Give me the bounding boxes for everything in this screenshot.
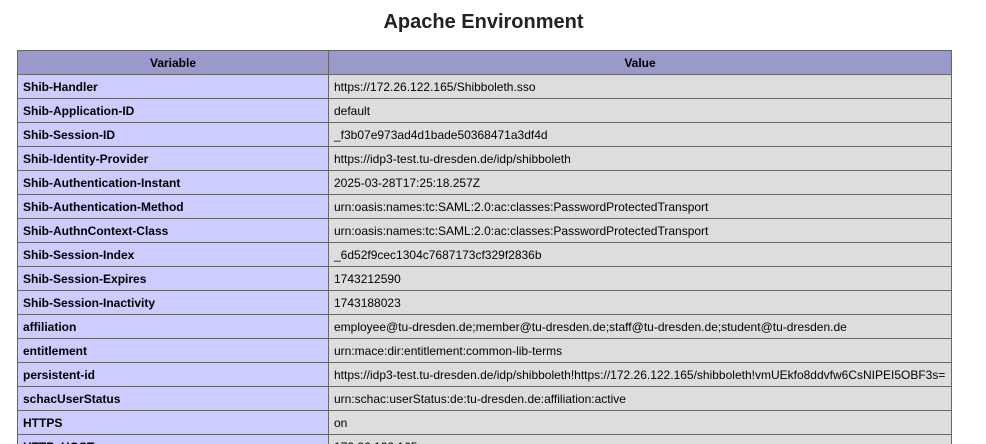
variable-value: urn:oasis:names:tc:SAML:2.0:ac:classes:P…	[328, 218, 952, 243]
variable-value: https://idp3-test.tu-dresden.de/idp/shib…	[328, 146, 952, 171]
variable-value: 1743188023	[328, 290, 952, 315]
variable-value: urn:schac:userStatus:de:tu-dresden.de:af…	[328, 386, 952, 411]
table-row: affiliation employee@tu-dresden.de;membe…	[17, 314, 952, 339]
variable-name: Shib-Session-Expires	[17, 266, 329, 291]
variable-value: 172.26.122.165	[328, 434, 952, 444]
table-row: Shib-Handler https://172.26.122.165/Shib…	[17, 74, 952, 99]
table-row: HTTPS on	[17, 410, 952, 435]
page-title: Apache Environment	[383, 11, 584, 33]
variable-value: urn:mace:dir:entitlement:common-lib-term…	[328, 338, 952, 363]
table-row: Shib-Authentication-Instant 2025-03-28T1…	[17, 170, 952, 195]
variable-name: Shib-Session-ID	[17, 122, 329, 147]
variable-value: https://172.26.122.165/Shibboleth.sso	[328, 74, 952, 99]
variable-name: Shib-Session-Inactivity	[17, 290, 329, 315]
variable-value: on	[328, 410, 952, 435]
variable-name: Shib-AuthnContext-Class	[17, 218, 329, 243]
variable-value: _6d52f9cec1304c7687173cf329f2836b	[328, 242, 952, 267]
table-row: Shib-Session-Index _6d52f9cec1304c768717…	[17, 242, 952, 267]
variable-name: Shib-Authentication-Method	[17, 194, 329, 219]
table-header-row: Variable Value	[17, 50, 952, 75]
variable-name: HTTPS	[17, 410, 329, 435]
variable-value: default	[328, 98, 952, 123]
variable-value: urn:oasis:names:tc:SAML:2.0:ac:classes:P…	[328, 194, 952, 219]
column-header-variable: Variable	[17, 50, 329, 75]
variable-name: schacUserStatus	[17, 386, 329, 411]
table-row: Shib-AuthnContext-Class urn:oasis:names:…	[17, 218, 952, 243]
variable-name: persistent-id	[17, 362, 329, 387]
variable-value: https://idp3-test.tu-dresden.de/idp/shib…	[328, 362, 952, 387]
variable-name: HTTP_HOST	[17, 434, 329, 444]
variable-value: _f3b07e973ad4d1bade50368471a3df4d	[328, 122, 952, 147]
apache-environment-table: Variable Value Shib-Handler https://172.…	[17, 50, 952, 444]
table-row: HTTP_HOST 172.26.122.165	[17, 434, 952, 444]
variable-name: affiliation	[17, 314, 329, 339]
table-row: persistent-id https://idp3-test.tu-dresd…	[17, 362, 952, 387]
table-row: schacUserStatus urn:schac:userStatus:de:…	[17, 386, 952, 411]
variable-name: Shib-Handler	[17, 74, 329, 99]
table-row: Shib-Session-Expires 1743212590	[17, 266, 952, 291]
column-header-value: Value	[328, 50, 952, 75]
variable-value: 1743212590	[328, 266, 952, 291]
variable-value: 2025-03-28T17:25:18.257Z	[328, 170, 952, 195]
table-row: Shib-Session-Inactivity 1743188023	[17, 290, 952, 315]
variable-value: employee@tu-dresden.de;member@tu-dresden…	[328, 314, 952, 339]
variable-name: entitlement	[17, 338, 329, 363]
variable-name: Shib-Application-ID	[17, 98, 329, 123]
variable-name: Shib-Authentication-Instant	[17, 170, 329, 195]
variable-name: Shib-Identity-Provider	[17, 146, 329, 171]
table-row: Shib-Authentication-Method urn:oasis:nam…	[17, 194, 952, 219]
table-row: Shib-Session-ID _f3b07e973ad4d1bade50368…	[17, 122, 952, 147]
table-row: Shib-Application-ID default	[17, 98, 952, 123]
phpinfo-page: Apache Environment Variable Value Shib-H…	[0, 0, 986, 444]
table-row: Shib-Identity-Provider https://idp3-test…	[17, 146, 952, 171]
variable-name: Shib-Session-Index	[17, 242, 329, 267]
table-row: entitlement urn:mace:dir:entitlement:com…	[17, 338, 952, 363]
